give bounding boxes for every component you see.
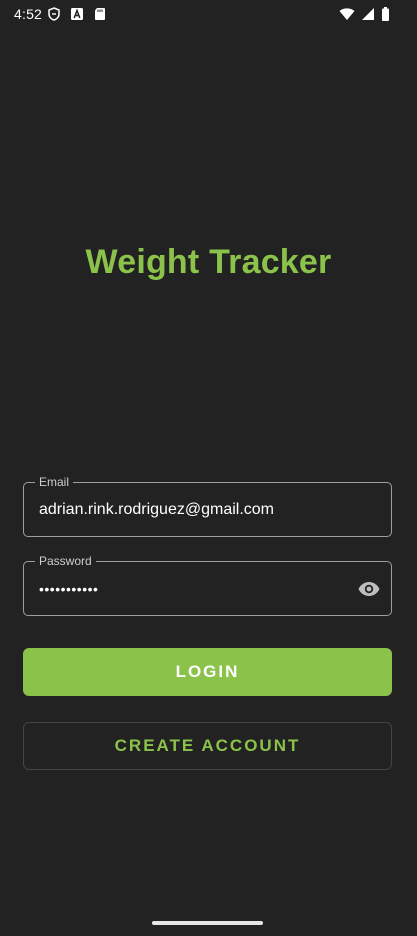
email-label: Email xyxy=(35,474,74,490)
wifi-icon xyxy=(339,7,355,21)
signal-icon xyxy=(361,7,375,21)
email-input[interactable]: adrian.rink.rodriguez@gmail.com xyxy=(39,500,274,520)
status-time: 4:52 xyxy=(14,6,43,22)
status-left-icons xyxy=(47,7,107,21)
create-account-button[interactable]: CREATE ACCOUNT xyxy=(23,722,392,770)
nav-gesture-handle[interactable] xyxy=(152,921,263,925)
login-button[interactable]: LOGIN xyxy=(23,648,392,696)
password-field[interactable]: Password ••••••••••• xyxy=(23,553,392,616)
email-field[interactable]: Email adrian.rink.rodriguez@gmail.com xyxy=(23,474,392,537)
status-right-icons xyxy=(339,7,390,21)
login-screen: 4:52 Weight Tracker Email adrian.rink.ro… xyxy=(0,0,417,936)
shield-icon xyxy=(47,7,61,21)
password-label: Password xyxy=(35,553,96,569)
battery-icon xyxy=(381,7,390,21)
a-badge-icon xyxy=(70,7,84,21)
sd-card-icon xyxy=(93,7,107,21)
eye-icon[interactable] xyxy=(357,577,381,601)
app-title: Weight Tracker xyxy=(85,243,332,281)
status-bar: 4:52 xyxy=(0,0,417,30)
password-input[interactable]: ••••••••••• xyxy=(39,579,98,599)
